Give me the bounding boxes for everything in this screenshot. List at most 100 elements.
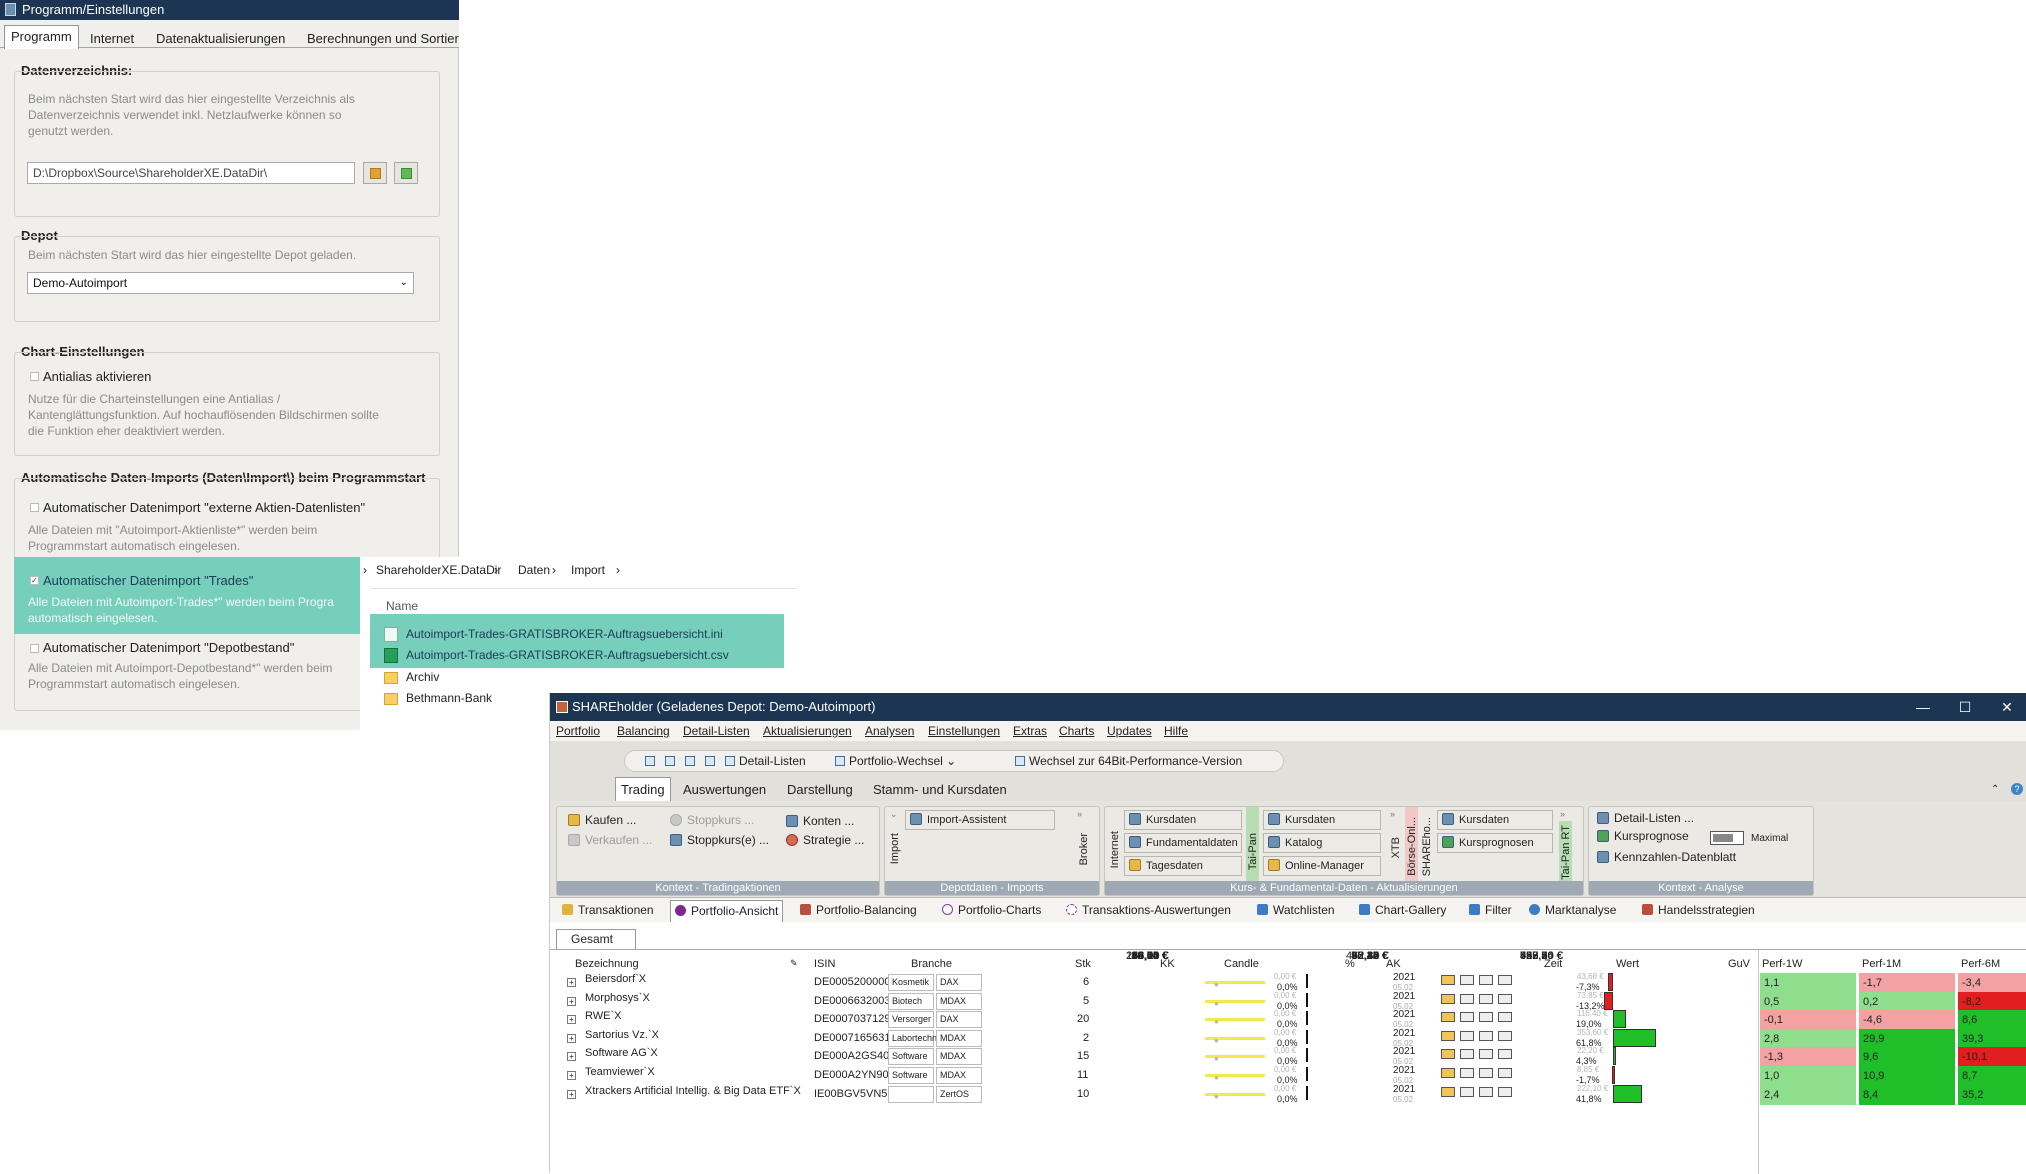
row-chart-icon[interactable] <box>1441 1086 1455 1097</box>
row-name[interactable]: Teamviewer`X <box>585 1066 655 1078</box>
verkaufen-button[interactable]: Verkaufen ... <box>568 833 652 847</box>
internet-kursdaten-button[interactable]: Kursdaten <box>1124 810 1242 830</box>
row-news-icon[interactable] <box>1460 1030 1474 1041</box>
row-tools-icon[interactable] <box>1479 975 1493 985</box>
row-chart-icon[interactable] <box>1441 1012 1455 1023</box>
katalog-button[interactable]: Katalog <box>1263 833 1381 853</box>
row-news-icon[interactable] <box>1460 1086 1474 1097</box>
maximize-button[interactable]: ☐ <box>1945 693 1985 721</box>
menu-charts[interactable]: Charts <box>1059 724 1094 738</box>
menu-updates[interactable]: Updates <box>1107 724 1152 738</box>
row-chart-icon[interactable] <box>1441 1030 1455 1041</box>
tagesdaten-button[interactable]: Tagesdaten <box>1124 856 1242 876</box>
close-button[interactable]: ✕ <box>1987 693 2026 721</box>
col-guv[interactable]: GuV <box>1728 958 1750 970</box>
tab-handelsstrategien[interactable]: Handelsstrategien <box>1642 903 1755 917</box>
row-tools-icon[interactable] <box>1479 1012 1493 1023</box>
col-perf-1w[interactable]: Perf-1W <box>1762 958 1802 970</box>
collapse-ribbon-icon[interactable]: ⌃ <box>1991 784 1999 795</box>
row-chart-icon[interactable] <box>1441 975 1455 985</box>
autoimport-aktienliste-label[interactable]: Automatischer Datenimport "externe Aktie… <box>43 500 365 515</box>
kursprognosen-button[interactable]: Kursprognosen <box>1437 833 1553 853</box>
folder-bethmann[interactable]: Bethmann-Bank <box>384 691 492 705</box>
online-manager-button[interactable]: Online-Manager <box>1263 856 1381 876</box>
row-news-icon[interactable] <box>1460 993 1474 1004</box>
kursprognose-button[interactable]: Kursprognose <box>1597 829 1689 843</box>
autoimport-trades-label[interactable]: Automatischer Datenimport "Trades" <box>43 573 253 588</box>
save-icon[interactable] <box>645 754 659 768</box>
tab-watchlisten[interactable]: Watchlisten <box>1257 903 1335 917</box>
col-isin[interactable]: ISIN <box>814 958 835 970</box>
row-tools-icon[interactable] <box>1479 1068 1493 1078</box>
row-info-icon[interactable] <box>1498 975 1512 985</box>
menu-hilfe[interactable]: Hilfe <box>1164 724 1188 738</box>
tab-filter[interactable]: Filter <box>1469 903 1512 917</box>
expand-row-icon[interactable]: + <box>567 1071 576 1080</box>
row-news-icon[interactable] <box>1460 1012 1474 1023</box>
row-info-icon[interactable] <box>1498 1068 1512 1078</box>
strategie-button[interactable]: Strategie ... <box>786 833 864 847</box>
col-bezeichnung[interactable]: Bezeichnung <box>575 958 639 970</box>
row-tools-icon[interactable] <box>1479 1086 1493 1097</box>
file-csv[interactable]: Autoimport-Trades-GRATISBROKER-Auftragsu… <box>384 648 729 663</box>
menu-detail-listen[interactable]: Detail-Listen <box>683 724 750 738</box>
breadcrumb-import[interactable]: Import <box>571 563 605 577</box>
tab-portfolio-balancing[interactable]: Portfolio-Balancing <box>800 903 917 917</box>
stoppkurse-button[interactable]: Stoppkurs(e) ... <box>670 833 769 847</box>
expand-icon[interactable]: ⌄ <box>890 809 898 820</box>
konten-button[interactable]: Konten ... <box>786 814 854 828</box>
autoimport-depotbestand-checkbox[interactable] <box>30 644 39 653</box>
menu-extras[interactable]: Extras <box>1013 724 1047 738</box>
row-info-icon[interactable] <box>1498 993 1512 1004</box>
share-kursdaten-button[interactable]: Kursdaten <box>1437 810 1553 830</box>
row-tools-icon[interactable] <box>1479 993 1493 1004</box>
tab-internet[interactable]: Internet <box>84 29 140 48</box>
tab-portfolio-ansicht[interactable]: Portfolio-Ansicht <box>670 900 784 922</box>
autoimport-aktienliste-checkbox[interactable] <box>30 503 39 512</box>
col-perf-6m[interactable]: Perf-6M <box>1961 958 2000 970</box>
tab-chart-gallery[interactable]: Chart-Gallery <box>1359 903 1446 917</box>
row-name[interactable]: RWE`X <box>585 1010 621 1022</box>
column-name-header[interactable]: Name <box>386 599 418 613</box>
browse-folder-button[interactable] <box>363 162 387 184</box>
apply-folder-button[interactable] <box>394 162 418 184</box>
row-tools-icon[interactable] <box>1479 1030 1493 1041</box>
subtab-gesamt[interactable]: Gesamt <box>556 929 636 949</box>
stoppkurs-button[interactable]: Stoppkurs ... <box>670 813 754 827</box>
link-icon[interactable] <box>705 754 719 768</box>
sort-icon[interactable]: ✎ <box>790 958 798 969</box>
row-news-icon[interactable] <box>1460 975 1474 985</box>
row-name[interactable]: Beiersdorf`X <box>585 973 646 985</box>
menu-aktualisierungen[interactable]: Aktualisierungen <box>763 724 852 738</box>
row-news-icon[interactable] <box>1460 1049 1474 1060</box>
ribbon-tab-darstellung[interactable]: Darstellung <box>787 782 853 797</box>
double-chevron-icon[interactable]: » <box>1077 809 1082 819</box>
antialias-checkbox[interactable] <box>30 372 39 381</box>
help-icon[interactable]: ? <box>2011 783 2023 795</box>
row-name[interactable]: Morphosys`X <box>585 992 650 1004</box>
menu-einstellungen[interactable]: Einstellungen <box>928 724 1000 738</box>
row-chart-icon[interactable] <box>1441 993 1455 1004</box>
detail-listen-button[interactable]: Detail-Listen ... <box>1597 811 1694 825</box>
tab-berechnungen[interactable]: Berechnungen und Sortier <box>301 29 465 48</box>
expand-row-icon[interactable]: + <box>567 978 576 987</box>
row-name[interactable]: Xtrackers Artificial Intellig. & Big Dat… <box>585 1085 801 1097</box>
row-chart-icon[interactable] <box>1441 1068 1455 1078</box>
ribbon-tab-stammdaten[interactable]: Stamm- und Kursdaten <box>873 782 1007 797</box>
datadir-path-input[interactable]: D:\Dropbox\Source\ShareholderXE.DataDir\ <box>27 162 355 184</box>
delete-icon[interactable] <box>665 754 679 768</box>
depot-select[interactable]: Demo-Autoimport ⌄ <box>27 272 414 294</box>
col-stk[interactable]: Stk <box>1075 958 1091 970</box>
maximal-toggle[interactable] <box>1710 831 1744 845</box>
breadcrumb-daten[interactable]: Daten <box>518 563 550 577</box>
col-branche[interactable]: Branche <box>911 958 952 970</box>
double-chevron-icon[interactable]: » <box>1560 809 1565 819</box>
expand-row-icon[interactable]: + <box>567 1089 576 1099</box>
file-ini[interactable]: Autoimport-Trades-GRATISBROKER-Auftragsu… <box>384 627 723 642</box>
row-tools-icon[interactable] <box>1479 1049 1493 1060</box>
expand-row-icon[interactable]: + <box>567 1052 576 1062</box>
taipan-kursdaten-button[interactable]: Kursdaten <box>1263 810 1381 830</box>
minimize-button[interactable]: — <box>1903 693 1943 721</box>
menu-balancing[interactable]: Balancing <box>617 724 670 738</box>
expand-row-icon[interactable]: + <box>567 996 576 1006</box>
